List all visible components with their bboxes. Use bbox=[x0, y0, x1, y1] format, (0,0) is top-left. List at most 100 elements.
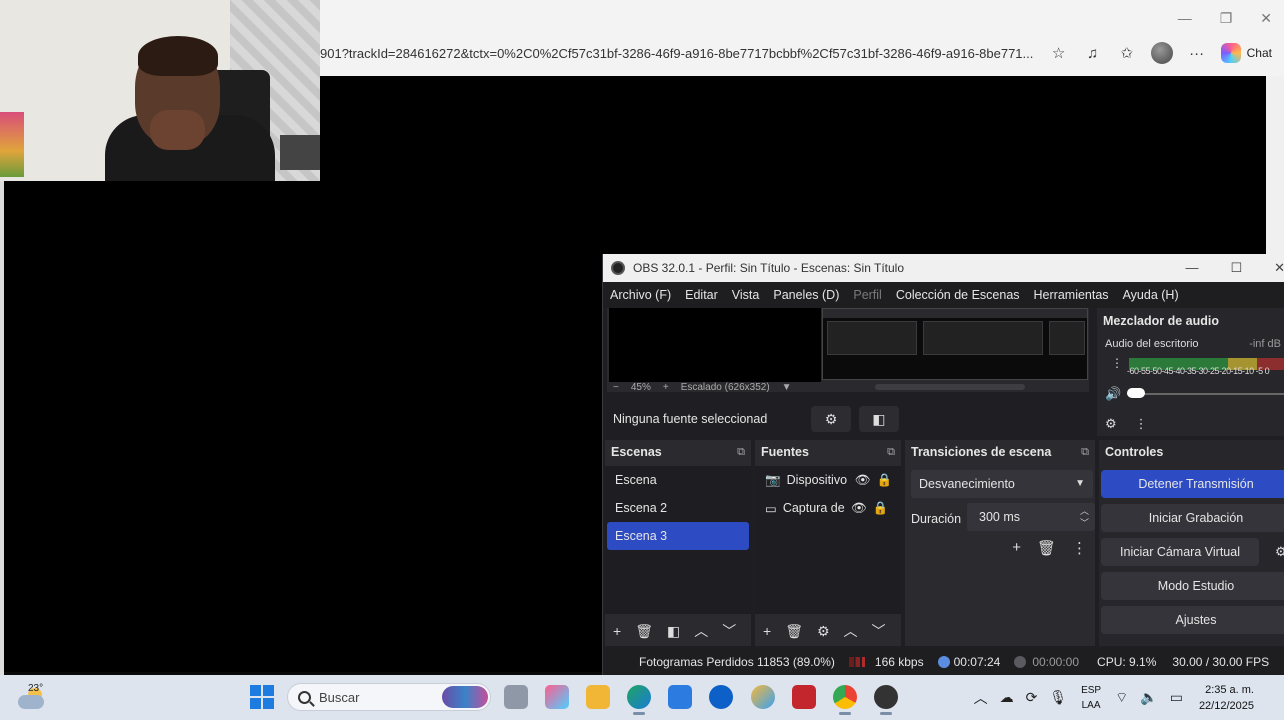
settings-button[interactable]: Ajustes bbox=[1101, 606, 1284, 634]
zoom-out-icon[interactable]: − bbox=[613, 382, 619, 393]
file-explorer-icon[interactable] bbox=[586, 685, 610, 709]
copilot-chat-button[interactable]: Chat bbox=[1220, 43, 1272, 63]
menu-paneles[interactable]: Paneles (D) bbox=[773, 288, 839, 302]
media-control-icon[interactable]: ♫ bbox=[1083, 43, 1103, 63]
virtual-camera-settings-icon[interactable]: ⚙ bbox=[1275, 544, 1284, 560]
close-icon[interactable]: ✕ bbox=[1260, 10, 1272, 27]
lock-icon[interactable]: 🔒 bbox=[876, 473, 892, 488]
restore-icon[interactable]: ❐ bbox=[1220, 10, 1233, 27]
scene-item[interactable]: Escena bbox=[607, 466, 749, 494]
microphone-icon[interactable]: 🎙 bbox=[1049, 689, 1067, 706]
scenes-undock-icon[interactable]: ⧉ bbox=[737, 446, 745, 459]
sources-undock-icon[interactable]: ⧉ bbox=[887, 446, 895, 459]
transition-menu-icon[interactable]: ⋮ bbox=[1072, 539, 1087, 557]
start-virtual-camera-button[interactable]: Iniciar Cámara Virtual bbox=[1101, 538, 1259, 566]
transitions-undock-icon[interactable]: ⧉ bbox=[1081, 446, 1089, 459]
address-bar-icons: ☆ ♫ ✩ ··· Chat bbox=[1049, 42, 1272, 64]
visibility-eye-icon[interactable]: 👁 bbox=[851, 501, 867, 516]
start-button[interactable] bbox=[250, 685, 274, 709]
taskbar-search[interactable]: Buscar bbox=[287, 683, 491, 711]
mixer-settings-icon[interactable]: ⚙ bbox=[1105, 416, 1117, 432]
mixer-title: Mezclador de audio bbox=[1103, 314, 1219, 328]
scale-dropdown-icon[interactable]: ▼ bbox=[782, 382, 792, 393]
obs-taskbar-icon[interactable] bbox=[874, 685, 898, 715]
store-icon[interactable] bbox=[668, 685, 692, 709]
obs-title-bar[interactable]: OBS 32.0.1 - Perfil: Sin Título - Escena… bbox=[603, 254, 1284, 282]
remove-scene-icon[interactable]: 🗑 bbox=[635, 623, 653, 640]
more-menu-icon[interactable]: ··· bbox=[1187, 43, 1207, 63]
menu-vista[interactable]: Vista bbox=[732, 288, 760, 302]
mixer-menu-icon[interactable]: ⋮ bbox=[1135, 416, 1148, 432]
scene-item[interactable]: Escena 2 bbox=[607, 494, 749, 522]
menu-perfil[interactable]: Perfil bbox=[853, 288, 881, 302]
zoom-in-icon[interactable]: + bbox=[663, 382, 669, 393]
remove-transition-icon[interactable]: 🗑 bbox=[1037, 539, 1056, 557]
menu-editar[interactable]: Editar bbox=[685, 288, 718, 302]
start-recording-button[interactable]: Iniciar Grabación bbox=[1101, 504, 1284, 532]
scenes-list: Escena Escena 2 Escena 3 bbox=[605, 466, 751, 614]
source-settings-gear-icon[interactable]: ⚙ bbox=[817, 623, 830, 640]
menu-herramientas[interactable]: Herramientas bbox=[1034, 288, 1109, 302]
add-scene-icon[interactable]: + bbox=[613, 623, 621, 639]
duration-spinner-icon[interactable]: ︿ ﹀ bbox=[1080, 505, 1089, 529]
remove-source-icon[interactable]: 🗑 bbox=[785, 623, 803, 640]
copilot-app-icon[interactable] bbox=[545, 685, 569, 709]
minimize-icon[interactable]: — bbox=[1178, 10, 1192, 27]
menu-ayuda[interactable]: Ayuda (H) bbox=[1123, 288, 1179, 302]
volume-slider-track[interactable] bbox=[1127, 393, 1284, 395]
onedrive-icon[interactable]: ☁ bbox=[1000, 689, 1014, 706]
source-item[interactable]: ▭ Captura de 👁 🔒 bbox=[755, 494, 901, 522]
lock-icon[interactable]: 🔒 bbox=[873, 501, 889, 516]
transition-type-value: Desvanecimiento bbox=[919, 477, 1015, 491]
visibility-eye-icon[interactable]: 👁 bbox=[855, 473, 871, 488]
mcafee-icon[interactable] bbox=[792, 685, 816, 709]
window-capture-icon: ▭ bbox=[765, 501, 777, 516]
source-filters-icon[interactable]: ◧ bbox=[859, 406, 899, 432]
wifi-icon[interactable]: ⌔ bbox=[1115, 689, 1128, 707]
move-up-icon[interactable]: ︿ bbox=[694, 621, 708, 641]
menu-coleccion-escenas[interactable]: Colección de Escenas bbox=[896, 288, 1020, 302]
preview-scroll-slider[interactable] bbox=[875, 384, 1025, 390]
source-properties-gear-icon[interactable]: ⚙ bbox=[811, 406, 851, 432]
obs-window-controls: — ☐ ✕ bbox=[1185, 260, 1284, 276]
chevron-up-icon[interactable]: ︿ bbox=[974, 688, 988, 708]
obs-minimize-icon[interactable]: — bbox=[1185, 260, 1198, 276]
language-indicator[interactable]: ESP LAA bbox=[1081, 683, 1101, 713]
volume-slider-handle[interactable] bbox=[1127, 388, 1145, 398]
battery-icon[interactable]: ▭ bbox=[1170, 689, 1183, 706]
obs-maximize-icon[interactable]: ☐ bbox=[1230, 260, 1242, 276]
speaker-icon[interactable]: 🔈 bbox=[1140, 689, 1157, 706]
controls-title: Controles bbox=[1105, 445, 1164, 459]
app-icon[interactable] bbox=[751, 685, 775, 709]
source-item[interactable]: 📷 Dispositivo 👁 🔒 bbox=[755, 466, 901, 494]
address-bar-url[interactable]: 901?trackId=284616272&tctx=0%2C0%2Cf57c3… bbox=[320, 46, 1040, 61]
edge-icon[interactable] bbox=[627, 685, 651, 715]
clock[interactable]: 2:35 a. m. 22/12/2025 bbox=[1199, 682, 1254, 714]
duration-input[interactable]: 300 ms ︿ ﹀ bbox=[967, 503, 1095, 531]
move-down-icon[interactable]: ﹀ bbox=[722, 621, 736, 641]
preview-mini-panel bbox=[923, 321, 1043, 355]
favorites-icon[interactable]: ✩ bbox=[1117, 43, 1137, 63]
obs-close-icon[interactable]: ✕ bbox=[1274, 260, 1284, 276]
mixer-track-menu-icon[interactable]: ⋮ bbox=[1111, 357, 1123, 369]
move-up-icon[interactable]: ︿ bbox=[844, 621, 858, 641]
hp-icon[interactable] bbox=[709, 685, 733, 709]
menu-archivo[interactable]: Archivo (F) bbox=[610, 288, 671, 302]
add-source-icon[interactable]: + bbox=[763, 623, 771, 639]
chrome-icon[interactable] bbox=[833, 685, 857, 715]
stop-streaming-button[interactable]: Detener Transmisión bbox=[1101, 470, 1284, 498]
copilot-icon bbox=[1220, 43, 1241, 63]
favorite-star-icon[interactable]: ☆ bbox=[1049, 43, 1069, 63]
cpu-usage: CPU: 9.1% bbox=[1097, 655, 1157, 669]
move-down-icon[interactable]: ﹀ bbox=[872, 621, 886, 641]
task-view-icon[interactable] bbox=[504, 685, 528, 709]
scene-filters-icon[interactable]: ◧ bbox=[667, 623, 680, 640]
add-transition-icon[interactable]: + bbox=[1012, 539, 1021, 557]
studio-mode-button[interactable]: Modo Estudio bbox=[1101, 572, 1284, 600]
sync-icon[interactable]: ⟳ bbox=[1026, 689, 1038, 706]
profile-avatar[interactable] bbox=[1150, 42, 1173, 64]
transition-type-select[interactable]: Desvanecimiento ▼ bbox=[911, 470, 1093, 498]
volume-icon[interactable]: 🔊 bbox=[1105, 386, 1121, 402]
scene-item-selected[interactable]: Escena 3 bbox=[607, 522, 749, 550]
meter-scale: -60-55-50-45-40-35-30-25-20-15-10 -5 0 bbox=[1127, 366, 1270, 376]
